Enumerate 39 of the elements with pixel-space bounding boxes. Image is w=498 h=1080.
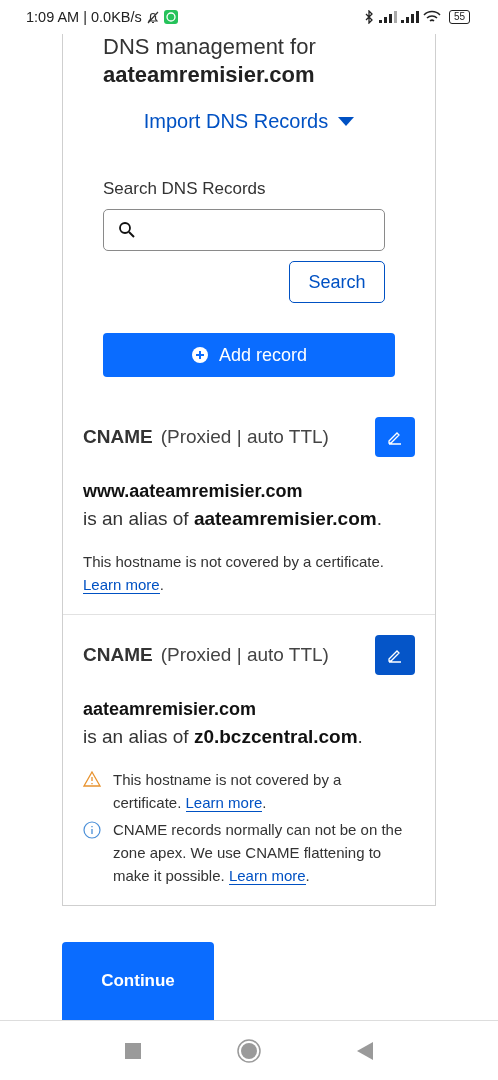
note-text: This hostname is not covered by a certificate. Learn more. xyxy=(83,552,385,596)
status-time: 1:09 AM | 0.0KB/s xyxy=(26,9,142,25)
back-icon[interactable] xyxy=(357,1041,373,1060)
record-name: www.aateamremisier.com xyxy=(83,481,304,502)
add-record-button[interactable]: Add record xyxy=(103,333,395,377)
learn-more-link[interactable]: Learn more xyxy=(228,867,306,885)
record-type: CNAME xyxy=(83,426,153,448)
edit-button[interactable] xyxy=(375,417,415,457)
import-dns-link[interactable]: Import DNS Records xyxy=(143,110,355,133)
battery-level: 55 xyxy=(448,10,470,24)
wifi-icon xyxy=(422,10,441,24)
alias-text: is an alias of aateamremisier.com. xyxy=(83,508,383,530)
note-text: This hostname is not covered by a certificate. Learn more. xyxy=(113,770,343,814)
continue-button[interactable]: Continue xyxy=(62,942,214,1020)
record-meta: (Proxied | auto TTL) xyxy=(160,644,329,666)
info-icon xyxy=(83,821,101,839)
search-icon xyxy=(118,221,136,239)
square-icon[interactable] xyxy=(125,1042,141,1059)
record-name: aateamremisier.com xyxy=(83,699,258,720)
bell-off-icon xyxy=(145,10,160,24)
warning-icon xyxy=(83,771,101,787)
signal-icon xyxy=(378,11,397,23)
home-icon[interactable] xyxy=(237,1038,261,1063)
chat-app-icon xyxy=(163,10,178,24)
record-type: CNAME xyxy=(83,644,153,666)
alias-text: is an alias of z0.bczcentral.com. xyxy=(83,726,364,748)
note-text: CNAME records normally can not be on the zone apex. We use CNAME flattening to make it possible. Learn more. xyxy=(113,820,404,887)
search-field[interactable] xyxy=(103,209,385,251)
record-meta: (Proxied | auto TTL) xyxy=(160,426,329,448)
caret-icon xyxy=(338,116,355,127)
learn-more-link[interactable]: Learn more xyxy=(83,576,160,594)
plus-icon xyxy=(190,346,209,364)
signal-icon xyxy=(400,11,419,23)
page-title: DNS management for xyxy=(103,34,317,60)
domain-title: aateamremisier.com xyxy=(103,61,316,89)
search-label: Search DNS Records xyxy=(103,179,267,199)
search-button[interactable]: Search xyxy=(289,261,385,303)
edit-button[interactable] xyxy=(375,635,415,675)
learn-more-link[interactable]: Learn more xyxy=(185,794,263,812)
